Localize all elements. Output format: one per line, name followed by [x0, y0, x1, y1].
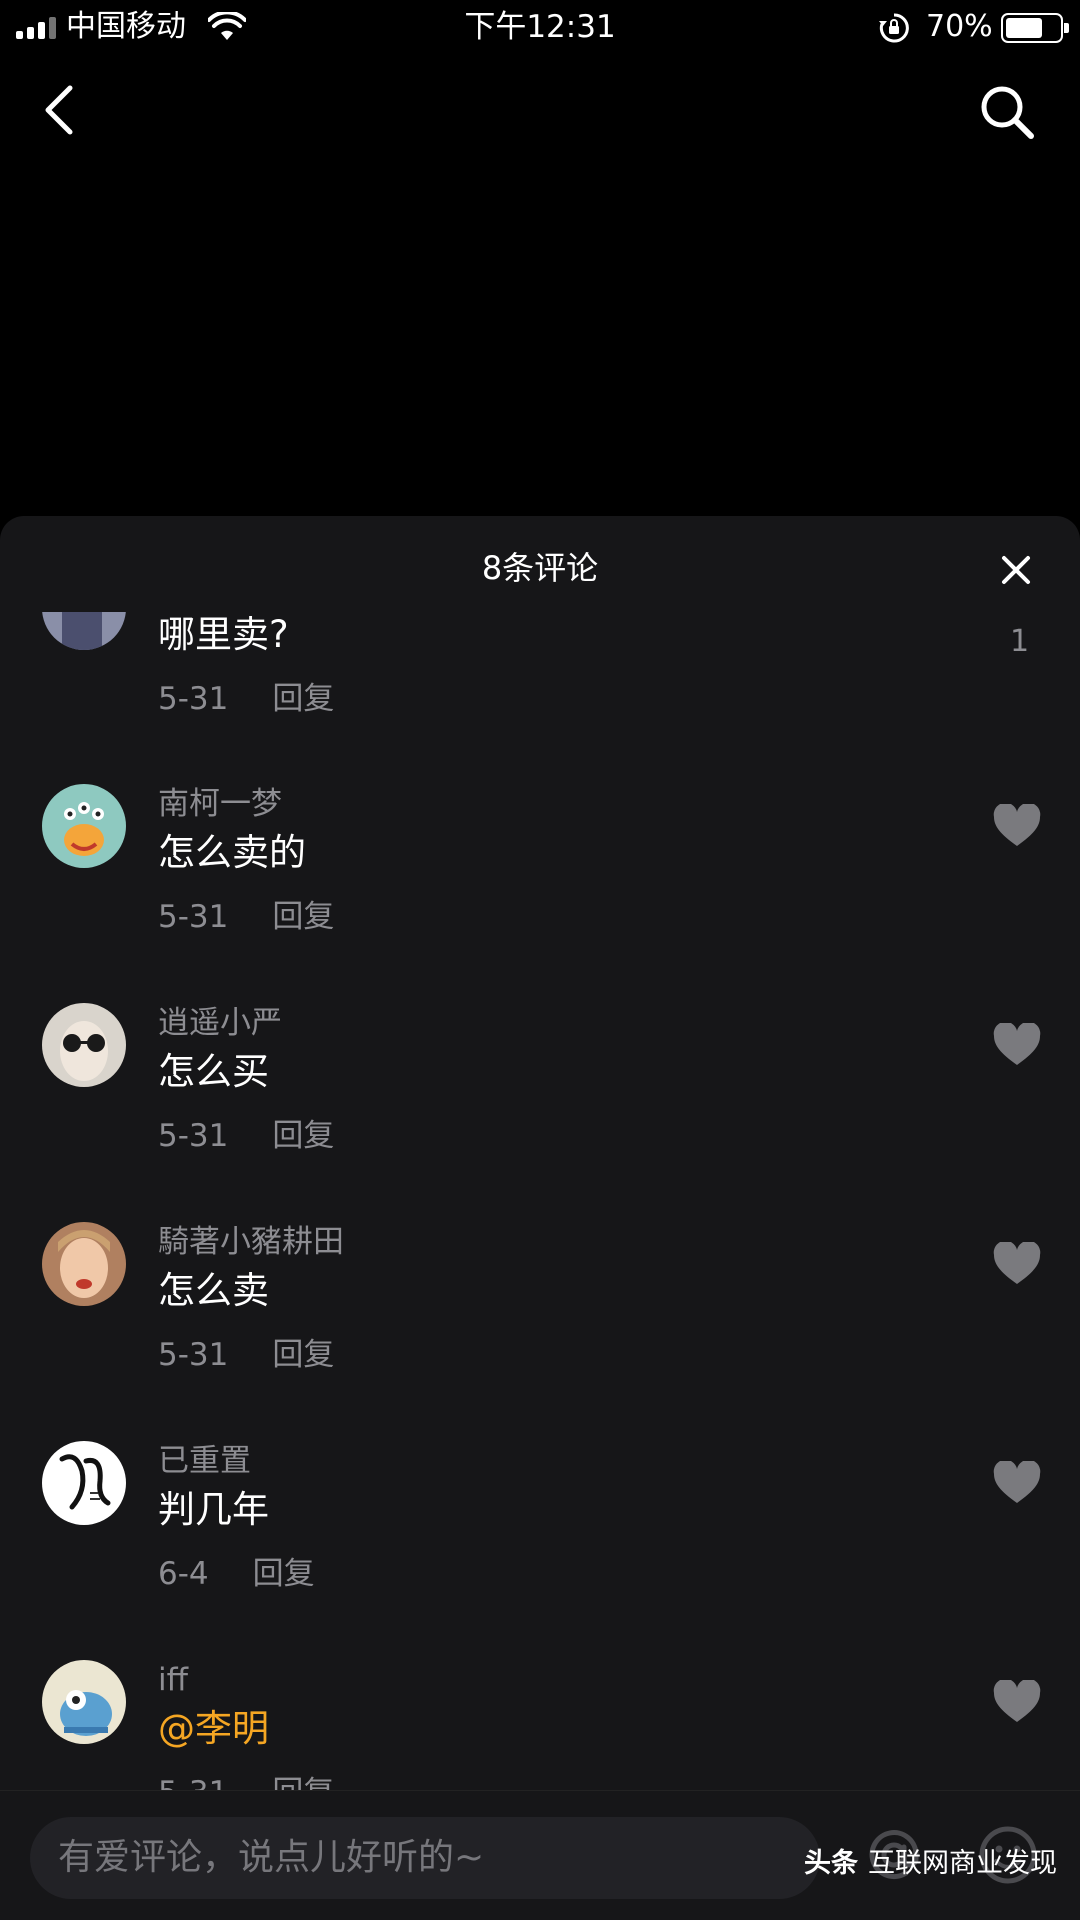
comment-text: 哪里卖? — [158, 613, 289, 656]
comments-count-title: 8条评论 — [481, 549, 599, 587]
rotation-lock-icon — [879, 13, 909, 43]
comment-text: 怎么卖 — [158, 1269, 269, 1312]
comment-list: 哪里卖? 5-31 回复 1 南柯一梦 怎么卖的 5-31 回复 逍遥小严 怎么… — [0, 612, 1080, 1802]
comment-username[interactable]: 逍遥小严 — [158, 1003, 282, 1043]
comment-username[interactable]: iff — [158, 1660, 188, 1700]
heart-icon[interactable] — [992, 1461, 1042, 1505]
heart-icon[interactable] — [992, 804, 1042, 848]
status-bar: 中国移动 下午12:31 70% — [0, 0, 1080, 56]
comment-date: 6-4 — [158, 1556, 209, 1592]
heart-icon[interactable] — [992, 1023, 1042, 1067]
comment-username[interactable]: 騎著小豬耕田 — [158, 1222, 344, 1262]
comment-item: 已重置 判几年 6-4 回复 — [0, 1441, 1080, 1659]
comment-text-mention[interactable]: @李明 — [158, 1704, 269, 1754]
comment-meta: 5-31 回复 — [158, 1115, 334, 1157]
comment-username[interactable]: 南柯一梦 — [158, 784, 282, 824]
comment-date: 5-31 — [158, 1118, 229, 1154]
heart-icon[interactable] — [992, 1242, 1042, 1286]
close-icon[interactable] — [996, 550, 1036, 590]
watermark: 头条 互联网商业发现 — [804, 1848, 1057, 1879]
comment-input-placeholder: 有爱评论，说点儿好听的~ — [58, 1837, 485, 1878]
comment-item: iff @李明 5-31 回复 — [0, 1660, 1080, 1802]
avatar[interactable] — [42, 1441, 126, 1525]
avatar[interactable] — [42, 612, 126, 650]
avatar[interactable] — [42, 784, 126, 868]
comment-text: 判几年 — [158, 1488, 269, 1531]
heart-icon[interactable] — [992, 1680, 1042, 1724]
search-icon[interactable] — [975, 80, 1039, 144]
reply-button[interactable]: 回复 — [272, 678, 334, 720]
avatar[interactable] — [42, 1660, 126, 1744]
avatar[interactable] — [42, 1222, 126, 1306]
reply-button[interactable]: 回复 — [272, 1115, 334, 1157]
status-time: 下午12:31 — [464, 9, 616, 45]
comment-username[interactable]: 已重置 — [158, 1441, 251, 1481]
battery-fill — [1006, 18, 1043, 38]
reply-button[interactable]: 回复 — [272, 1334, 334, 1376]
like-count: 1 — [1010, 624, 1030, 659]
screen: 中国移动 下午12:31 70% 8条评论 哪里卖? 5-31 回复 1 南柯一… — [0, 0, 1080, 1920]
reply-button[interactable]: 回复 — [272, 896, 334, 938]
comment-item: 騎著小豬耕田 怎么卖 5-31 回复 — [0, 1222, 1080, 1440]
comment-date: 5-31 — [158, 681, 229, 717]
comments-sheet: 8条评论 哪里卖? 5-31 回复 1 南柯一梦 怎么卖的 5-31 回复 逍遥… — [0, 516, 1080, 1920]
comment-meta: 5-31 回复 — [158, 678, 334, 720]
comment-item: 南柯一梦 怎么卖的 5-31 回复 — [0, 784, 1080, 1002]
comment-meta: 5-31 回复 — [158, 896, 334, 938]
comment-item: 哪里卖? 5-31 回复 1 — [0, 612, 1080, 784]
comment-item: 逍遥小严 怎么买 5-31 回复 — [0, 1003, 1080, 1221]
reply-button[interactable]: 回复 — [253, 1553, 315, 1595]
comment-text: 怎么买 — [158, 1050, 269, 1093]
avatar[interactable] — [42, 1003, 126, 1087]
comment-text: 怎么卖的 — [158, 831, 306, 874]
comment-input[interactable]: 有爱评论，说点儿好听的~ — [30, 1817, 820, 1899]
battery-percent: 70% — [926, 9, 993, 44]
battery-icon — [1001, 13, 1069, 43]
back-icon[interactable] — [36, 80, 86, 140]
comment-date: 5-31 — [158, 899, 229, 935]
comment-date: 5-31 — [158, 1337, 229, 1373]
comment-meta: 6-4 回复 — [158, 1553, 315, 1595]
comment-meta: 5-31 回复 — [158, 1334, 334, 1376]
